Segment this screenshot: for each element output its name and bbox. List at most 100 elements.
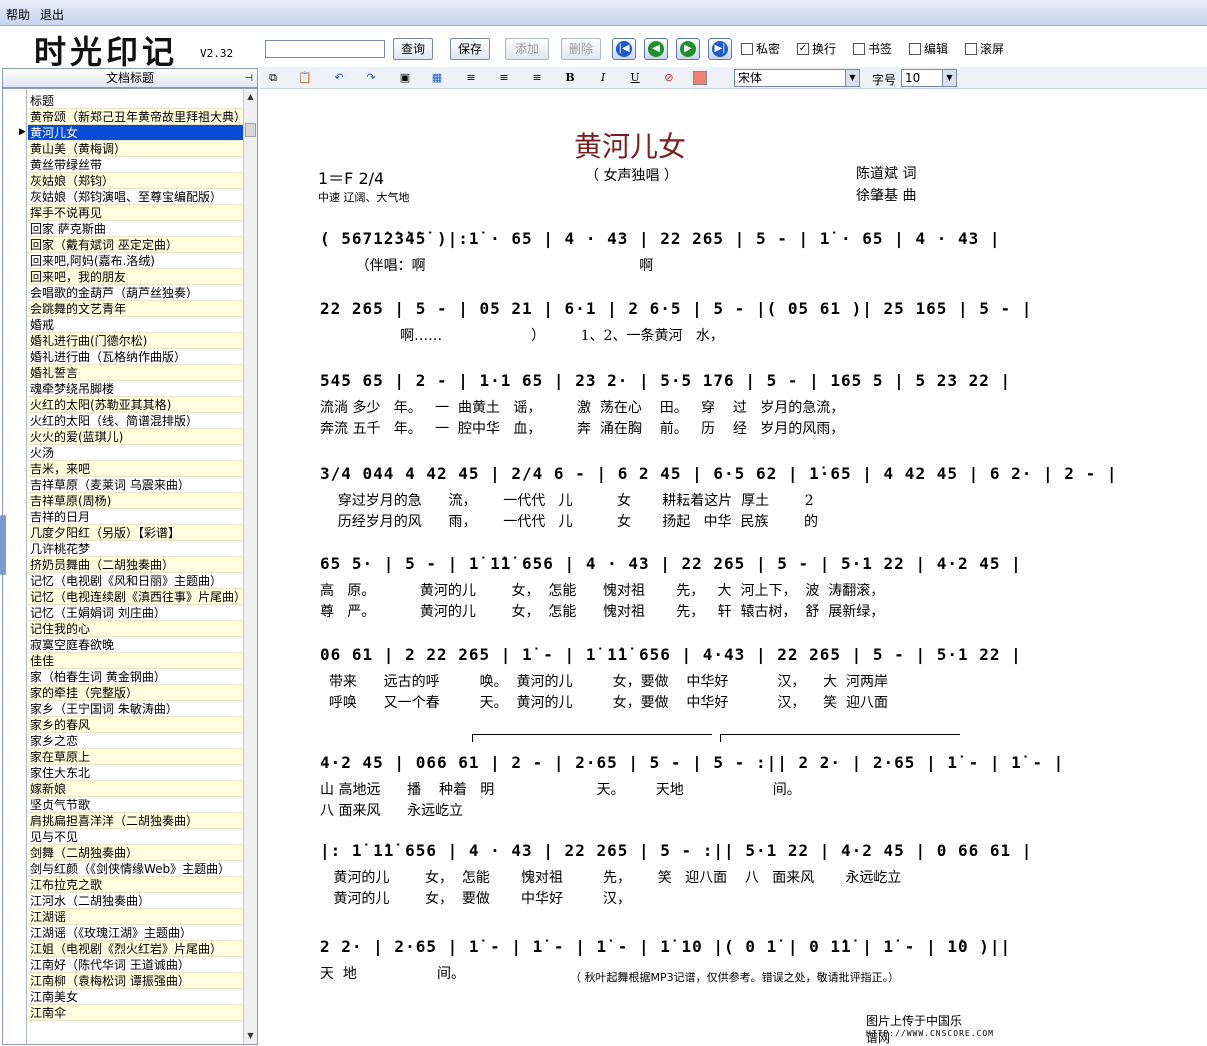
document-list-item[interactable]: 灰姑娘（郑钧） bbox=[28, 173, 243, 189]
bookmark-checkbox[interactable]: 书签 bbox=[853, 40, 892, 57]
document-list-item[interactable]: 吉祥草原（麦莱词 乌震来曲） bbox=[28, 477, 243, 493]
first-record-button[interactable]: |◀ bbox=[612, 38, 636, 60]
scroll-down-icon[interactable]: ▼ bbox=[244, 1030, 257, 1042]
checkbox-box bbox=[741, 42, 753, 55]
document-list-item[interactable]: 标题 bbox=[28, 93, 243, 109]
pin-icon[interactable]: ⊣ bbox=[244, 70, 253, 88]
insert-table-icon[interactable]: ▦ bbox=[428, 70, 446, 86]
document-list-item[interactable]: 黄山美（黄梅调） bbox=[28, 141, 243, 157]
wrap-checkbox[interactable]: ✓ 换行 bbox=[797, 40, 836, 57]
document-list-item[interactable]: 江湖谣 bbox=[28, 909, 243, 925]
copy-icon[interactable]: ⧉ bbox=[264, 70, 282, 86]
document-list-item[interactable]: 家在草原上 bbox=[28, 749, 243, 765]
scroll-thumb[interactable] bbox=[245, 123, 256, 137]
align-right-icon[interactable]: ≡ bbox=[528, 70, 546, 86]
document-list-item[interactable]: 江南柳（袁梅松词 谭振强曲） bbox=[28, 973, 243, 989]
document-list-item[interactable]: 江河水（二胡独奏曲） bbox=[28, 893, 243, 909]
private-checkbox[interactable]: 私密 bbox=[741, 40, 780, 57]
scroll-up-icon[interactable]: ▲ bbox=[244, 91, 257, 103]
font-size-select[interactable]: 10 ▼ bbox=[901, 69, 957, 87]
redo-icon[interactable]: ↷ bbox=[362, 70, 380, 86]
vertical-scrollbar[interactable]: ▲ ▼ bbox=[243, 89, 257, 1044]
document-list-item[interactable]: 记忆（王娟娟词 刘庄曲） bbox=[28, 605, 243, 621]
last-record-button[interactable]: ▶| bbox=[708, 38, 732, 60]
document-list-item[interactable]: 记忆（电视剧《风和日丽》主题曲） bbox=[28, 573, 243, 589]
document-list-item[interactable]: 江南伞 bbox=[28, 1005, 243, 1021]
document-list-item[interactable]: 江布拉克之歌 bbox=[28, 877, 243, 893]
document-list-item[interactable]: 剑与红颜（《剑侠情缘Web》主题曲） bbox=[28, 861, 243, 877]
document-list-item[interactable]: 江湖谣（《玫瑰江湖》主题曲） bbox=[28, 925, 243, 941]
document-list-item[interactable]: 魂牵梦绕吊脚楼 bbox=[28, 381, 243, 397]
font-select[interactable]: 宋体 ▼ bbox=[734, 69, 860, 87]
document-list-item[interactable]: 吉祥草原(周杨) bbox=[28, 493, 243, 509]
document-list-item[interactable]: 家乡之恋 bbox=[28, 733, 243, 749]
document-list-item[interactable]: 黄帝颂（新郑己丑年黄帝故里拜祖大典） bbox=[28, 109, 243, 125]
document-list-item[interactable]: 家（柏春生词 黄金钢曲） bbox=[28, 669, 243, 685]
document-list-item[interactable]: 记住我的心 bbox=[28, 621, 243, 637]
document-list-item[interactable]: 挥手不说再见 bbox=[28, 205, 243, 221]
document-list-item[interactable]: 几度夕阳红（另版）【彩谱】 bbox=[28, 525, 243, 541]
document-list-item[interactable]: 江姐（电视剧《烈火红岩》片尾曲） bbox=[28, 941, 243, 957]
search-input[interactable] bbox=[265, 40, 385, 58]
document-list-item[interactable]: 火红的太阳（线、简谱混排版） bbox=[28, 413, 243, 429]
next-record-button[interactable]: ▶ bbox=[676, 38, 700, 60]
document-list-item[interactable]: 吉祥的日月 bbox=[28, 509, 243, 525]
document-list-item[interactable]: 黄丝带绿丝带 bbox=[28, 157, 243, 173]
document-list-item[interactable]: 记忆（电视连续剧《滇西往事》片尾曲） bbox=[28, 589, 243, 605]
document-list-item[interactable]: 回家（戴有斌词 巫定定曲） bbox=[28, 237, 243, 253]
scroll-checkbox[interactable]: 滚屏 bbox=[965, 40, 1004, 57]
document-list-item[interactable]: 婚礼誓言 bbox=[28, 365, 243, 381]
document-list-item[interactable]: 火汤 bbox=[28, 445, 243, 461]
skip-first-icon: |◀ bbox=[616, 41, 632, 57]
document-list-item[interactable]: 江南好（陈代华词 王道诚曲） bbox=[28, 957, 243, 973]
undo-icon[interactable]: ↶ bbox=[330, 70, 348, 86]
align-left-icon[interactable]: ≡ bbox=[462, 70, 480, 86]
clear-format-icon[interactable]: ⊘ bbox=[660, 70, 678, 86]
document-list-item[interactable]: 回来吧,阿妈(嘉布.洛绒) bbox=[28, 253, 243, 269]
document-list-item[interactable]: 家的牵挂（完整版） bbox=[28, 685, 243, 701]
panel-splitter-handle[interactable] bbox=[0, 515, 6, 575]
document-list-panel: ▶ 标题 黄帝颂（新郑己丑年黄帝故里拜祖大典） 黄河儿女 黄山美（黄梅调） 黄丝带绿丝带… bbox=[2, 88, 258, 1045]
query-button[interactable]: 查询 bbox=[393, 38, 433, 60]
delete-button[interactable]: 删除 bbox=[561, 38, 601, 60]
document-list-item[interactable]: 江南美女 bbox=[28, 989, 243, 1005]
document-list-item[interactable]: 会跳舞的文艺青年 bbox=[28, 301, 243, 317]
document-list-item[interactable]: 家乡（王宁国词 朱敏涛曲） bbox=[28, 701, 243, 717]
document-list-item[interactable]: 会唱歌的金葫芦（葫芦丝独奏） bbox=[28, 285, 243, 301]
save-button[interactable]: 保存 bbox=[450, 38, 490, 60]
document-list-item[interactable]: 家住大东北 bbox=[28, 765, 243, 781]
font-size-value: 10 bbox=[905, 71, 921, 85]
document-list-item[interactable]: 嫁新娘 bbox=[28, 781, 243, 797]
document-list-item[interactable]: 几许桃花梦 bbox=[28, 541, 243, 557]
document-list-item[interactable]: 婚礼进行曲(门德尔松) bbox=[28, 333, 243, 349]
add-button[interactable]: 添加 bbox=[505, 38, 549, 60]
italic-icon[interactable]: I bbox=[594, 70, 612, 86]
document-list-item[interactable]: 见与不见 bbox=[28, 829, 243, 845]
underline-icon[interactable]: U bbox=[626, 70, 644, 86]
document-list-item[interactable]: 黄河儿女 bbox=[28, 125, 243, 141]
bold-icon[interactable]: B bbox=[561, 70, 579, 86]
document-list-item[interactable]: 回家 萨克斯曲 bbox=[28, 221, 243, 237]
insert-image-icon[interactable]: ▣ bbox=[396, 70, 414, 86]
text-color-icon[interactable] bbox=[693, 71, 707, 85]
align-center-icon[interactable]: ≡ bbox=[495, 70, 513, 86]
document-list-item[interactable]: 火火的爱(蓝琪儿) bbox=[28, 429, 243, 445]
edit-checkbox[interactable]: 编辑 bbox=[909, 40, 948, 57]
document-list-item[interactable]: 剑舞（二胡独奏曲） bbox=[28, 845, 243, 861]
document-list-item[interactable]: 婚戒 bbox=[28, 317, 243, 333]
document-list-item[interactable]: 挤奶员舞曲（二胡独奏曲） bbox=[28, 557, 243, 573]
paste-icon[interactable]: 📋 bbox=[296, 70, 314, 86]
document-list-item[interactable]: 灰姑娘（郑钧演唱、至尊宝编配版） bbox=[28, 189, 243, 205]
document-list-item[interactable]: 回来吧，我的朋友 bbox=[28, 269, 243, 285]
document-list-item[interactable]: 肩挑扁担喜洋洋（二胡独奏曲） bbox=[28, 813, 243, 829]
document-list-item[interactable]: 火红的太阳(苏勒亚其其格) bbox=[28, 397, 243, 413]
menu-help[interactable]: 帮助 bbox=[6, 6, 30, 23]
document-list-item[interactable]: 婚礼进行曲（瓦格纳作曲版） bbox=[28, 349, 243, 365]
document-list-item[interactable]: 吉米，来吧 bbox=[28, 461, 243, 477]
document-list-item[interactable]: 寂寞空庭春欲晚 bbox=[28, 637, 243, 653]
document-list-item[interactable]: 坚贞气节歌 bbox=[28, 797, 243, 813]
menu-exit[interactable]: 退出 bbox=[40, 6, 64, 23]
prev-record-button[interactable]: ◀ bbox=[644, 38, 668, 60]
document-list-item[interactable]: 家乡的春风 bbox=[28, 717, 243, 733]
document-list-item[interactable]: 佳佳 bbox=[28, 653, 243, 669]
